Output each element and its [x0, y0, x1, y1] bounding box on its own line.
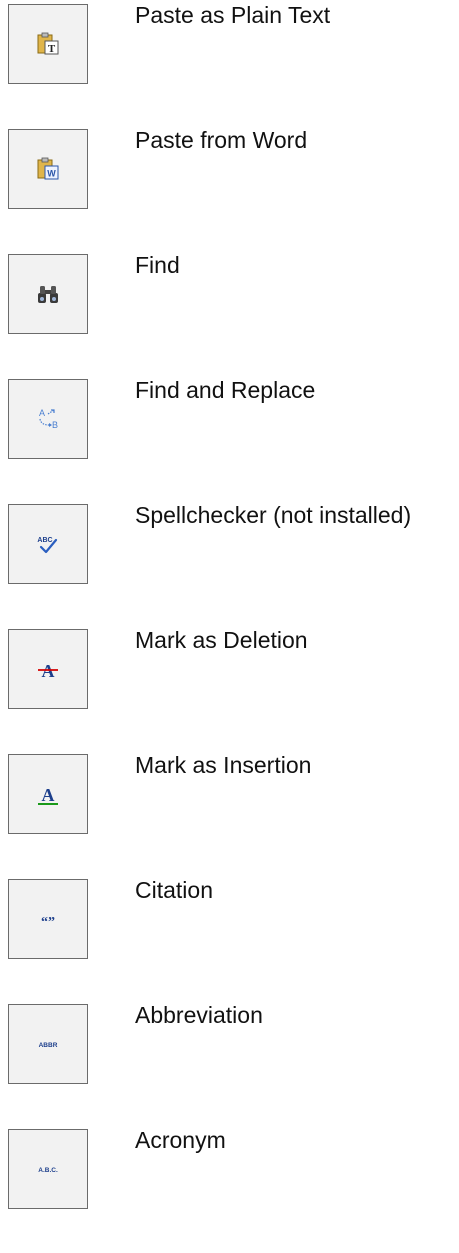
quotes-icon: “”: [35, 906, 61, 932]
toolbar-row-find: Find: [0, 250, 459, 360]
toolbar-row-paste-plain-text: T Paste as Plain Text: [0, 0, 459, 110]
toolbar-row-acronym: A.B.C. Acronym: [0, 1125, 459, 1235]
find-replace-button[interactable]: A B: [8, 379, 88, 459]
find-b-letter: B: [52, 420, 58, 430]
text-letter: T: [48, 43, 56, 55]
strikethrough-a-icon: A: [35, 656, 61, 682]
citation-button[interactable]: “”: [8, 879, 88, 959]
paste-plain-text-icon: T: [35, 31, 61, 57]
abbr-text: ABBR: [39, 1042, 58, 1049]
find-replace-icon: A B: [35, 406, 61, 432]
mark-deletion-button[interactable]: A: [8, 629, 88, 709]
abc-text: ABC: [37, 537, 52, 544]
deletion-a-letter: A: [42, 661, 55, 681]
binoculars-icon: [35, 281, 61, 307]
toolbar-row-citation: “” Citation: [0, 875, 459, 985]
toolbar-row-mark-deletion: A Mark as Deletion: [0, 625, 459, 735]
citation-label: Citation: [135, 877, 213, 903]
abbreviation-label: Abbreviation: [135, 1002, 263, 1028]
paste-from-word-icon: W: [35, 156, 61, 182]
abbreviation-button[interactable]: ABBR: [8, 1004, 88, 1084]
mark-insertion-button[interactable]: A: [8, 754, 88, 834]
find-replace-label: Find and Replace: [135, 377, 316, 403]
acronym-icon: A.B.C.: [35, 1156, 61, 1182]
acronym-button[interactable]: A.B.C.: [8, 1129, 88, 1209]
toolbar-row-mark-insertion: A Mark as Insertion: [0, 750, 459, 860]
spellcheck-icon: ABC: [35, 531, 61, 557]
mark-insertion-label: Mark as Insertion: [135, 752, 312, 778]
abbr-icon: ABBR: [35, 1031, 61, 1057]
toolbar-row-find-replace: A B Find and Replace: [0, 375, 459, 485]
spellchecker-label: Spellchecker (not installed): [135, 502, 412, 528]
word-letter: W: [47, 169, 56, 179]
paste-plain-text-label: Paste as Plain Text: [135, 2, 331, 28]
find-a-letter: A: [39, 408, 45, 418]
underline-a-icon: A: [35, 781, 61, 807]
find-label: Find: [135, 252, 180, 278]
paste-from-word-label: Paste from Word: [135, 127, 308, 153]
paste-from-word-button[interactable]: W: [8, 129, 88, 209]
toolbar-row-spellchecker: ABC Spellchecker (not installed): [0, 500, 459, 610]
acronym-label: Acronym: [135, 1127, 226, 1153]
toolbar-row-paste-from-word: W Paste from Word: [0, 125, 459, 235]
paste-plain-text-button[interactable]: T: [8, 4, 88, 84]
quotes-text: “”: [41, 915, 55, 930]
toolbar-row-abbreviation: ABBR Abbreviation: [0, 1000, 459, 1110]
find-button[interactable]: [8, 254, 88, 334]
insertion-a-letter: A: [42, 785, 55, 805]
acronym-text: A.B.C.: [38, 1167, 58, 1174]
mark-deletion-label: Mark as Deletion: [135, 627, 308, 653]
spellchecker-button[interactable]: ABC: [8, 504, 88, 584]
